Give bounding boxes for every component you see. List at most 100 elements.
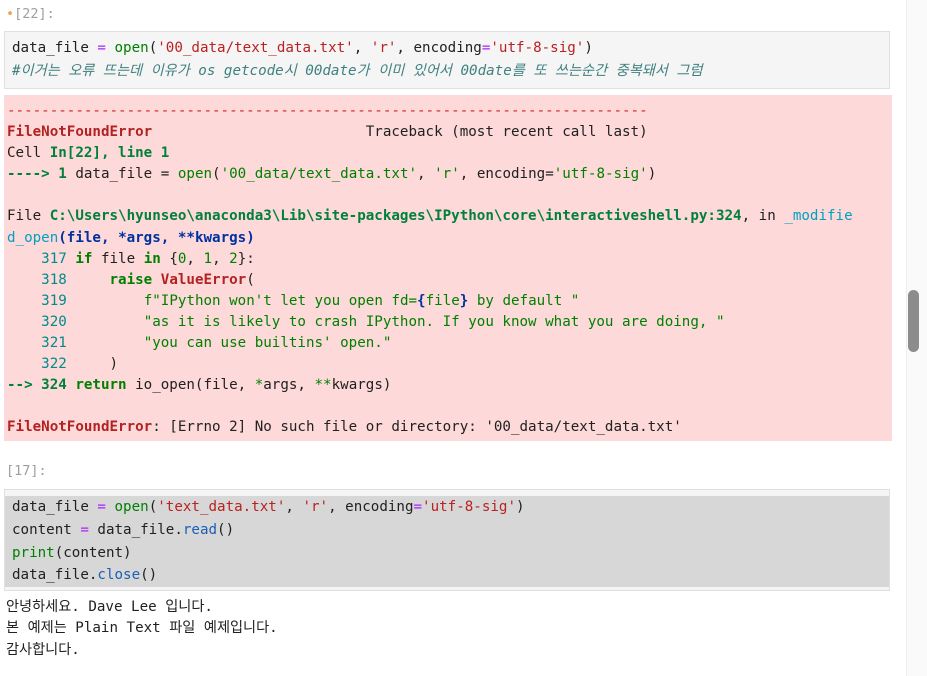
cell-17-output: 안녕하세요. Dave Lee 입니다. 본 예제는 Plain Text 파일… <box>6 597 278 661</box>
code-token: 321 <box>7 335 76 352</box>
code-token: 320 <box>7 313 76 330</box>
cell-17-input[interactable]: data_file = open('text_data.txt', 'r', e… <box>4 489 890 591</box>
code-token: 'r' <box>370 40 397 56</box>
code-token: read <box>182 521 218 538</box>
code-token: 'utf-8-sig' <box>553 166 648 183</box>
code-token: = <box>413 499 423 515</box>
traceback-line: 321 "you can use builtins' open." <box>7 333 892 354</box>
code-line: data_file = open('00_data/text_data.txt'… <box>5 37 889 60</box>
traceback-line: 322 ) <box>7 354 892 375</box>
cell-22-prompt: •[22]: <box>6 6 55 22</box>
output-line: 안녕하세요. Dave Lee 입니다. <box>6 599 213 615</box>
code-token: , <box>285 499 303 515</box>
code-token: raise <box>109 271 153 288</box>
code-token: print <box>12 544 55 561</box>
code-token: 317 <box>7 250 76 267</box>
traceback-line <box>7 396 892 417</box>
code-token: . <box>174 521 183 538</box>
code-token: *args <box>118 229 161 246</box>
output-line: 본 예제는 Plain Text 파일 예제입니다. <box>6 620 278 637</box>
code-token: **kwargs <box>177 229 247 246</box>
code-token: , <box>100 229 119 246</box>
code-editor[interactable]: data_file = open('text_data.txt', 'r', e… <box>5 496 889 588</box>
code-token: ) <box>75 356 119 373</box>
code-token: ----> 1 <box>7 166 76 183</box>
code-token: 'r' <box>434 166 460 183</box>
cell-22-input[interactable]: data_file = open('00_data/text_data.txt'… <box>4 31 890 89</box>
code-token: , <box>186 250 204 267</box>
traceback-line <box>7 185 892 206</box>
traceback-line: --> 324 return io_open(file, *args, **kw… <box>7 375 892 396</box>
code-token: 'utf-8-sig' <box>490 40 585 56</box>
code-token: 'r' <box>302 499 329 515</box>
code-token: (content) <box>54 544 132 561</box>
code-token: if <box>75 250 93 267</box>
code-token: = <box>80 521 89 538</box>
code-token: #이거는 오류 뜨는데 이유가 os getcode시 00date가 이미 있… <box>12 62 703 79</box>
traceback-line: ----------------------------------------… <box>7 101 892 122</box>
code-token: } <box>459 292 469 309</box>
code-token: kwargs) <box>331 377 392 394</box>
traceback-line: d_open(file, *args, **kwargs) <box>7 228 892 249</box>
code-token: "as it is likely to crash IPython. If yo… <box>143 313 725 330</box>
code-token: d_open <box>7 229 59 246</box>
code-token: ----------------------------------------… <box>7 103 648 119</box>
code-token: , <box>417 166 435 183</box>
code-token: = <box>545 166 554 183</box>
code-token: C:\Users\hyunseo\anaconda3\Lib\site-pack… <box>49 208 742 225</box>
code-token: open <box>114 499 149 515</box>
code-token: FileNotFoundError <box>7 419 153 436</box>
code-token: ) <box>647 166 657 183</box>
code-token: args, <box>263 377 315 394</box>
code-token: FileNotFoundError <box>7 124 153 141</box>
code-token: file <box>425 292 460 309</box>
code-token: () <box>217 521 235 538</box>
output-line: 감사합니다. <box>6 641 80 658</box>
code-line: content = data_file.read() <box>5 518 889 542</box>
code-token: open <box>114 40 149 56</box>
code-token: 318 <box>7 271 76 288</box>
code-token: data_file <box>88 521 175 538</box>
code-token: ( <box>148 499 158 515</box>
scrollbar-thumb[interactable] <box>908 290 919 352</box>
code-token: "IPython won't let you open fd= <box>152 292 418 309</box>
code-token: '00_data/text_data.txt' <box>157 40 354 56</box>
traceback-line: 318 raise ValueError( <box>7 270 892 291</box>
code-token: data_file <box>12 567 89 584</box>
traceback-line: Cell In[22], line 1 <box>7 143 892 164</box>
code-token: 'utf-8-sig' <box>422 499 517 515</box>
code-token: f <box>143 292 153 309</box>
traceback-line: File C:\Users\hyunseo\anaconda3\Lib\site… <box>7 206 892 227</box>
cell-17-prompt: [17]: <box>6 463 47 479</box>
code-editor[interactable]: data_file = open('00_data/text_data.txt'… <box>5 37 889 83</box>
code-token: , in <box>741 208 785 225</box>
code-token: _modifie <box>784 208 853 225</box>
notebook-area: •[22]: data_file = open('00_data/text_da… <box>0 0 906 676</box>
code-line: data_file = open('text_data.txt', 'r', e… <box>5 496 889 519</box>
code-token: --> 324 <box>7 377 76 394</box>
code-token: ) <box>584 40 593 56</box>
cell-22-error-output: ----------------------------------------… <box>4 95 892 441</box>
code-token: 'text_data.txt' <box>157 499 286 515</box>
traceback-line: 320 "as it is likely to crash IPython. I… <box>7 312 892 333</box>
code-token: = <box>97 40 106 56</box>
code-token: ( <box>58 229 67 246</box>
code-token: ( <box>212 166 221 183</box>
code-line: print(content) <box>5 541 889 565</box>
traceback-line: FileNotFoundError: [Errno 2] No such fil… <box>7 417 892 438</box>
code-token: , <box>212 250 230 267</box>
code-token: : [Errno 2] No such file or directory: '… <box>152 419 682 436</box>
traceback-line: ----> 1 data_file = open('00_data/text_d… <box>7 164 892 185</box>
code-token: open <box>177 166 213 183</box>
code-token: = <box>97 499 106 515</box>
code-token: ( <box>148 40 158 56</box>
code-token: ) <box>246 229 255 246</box>
